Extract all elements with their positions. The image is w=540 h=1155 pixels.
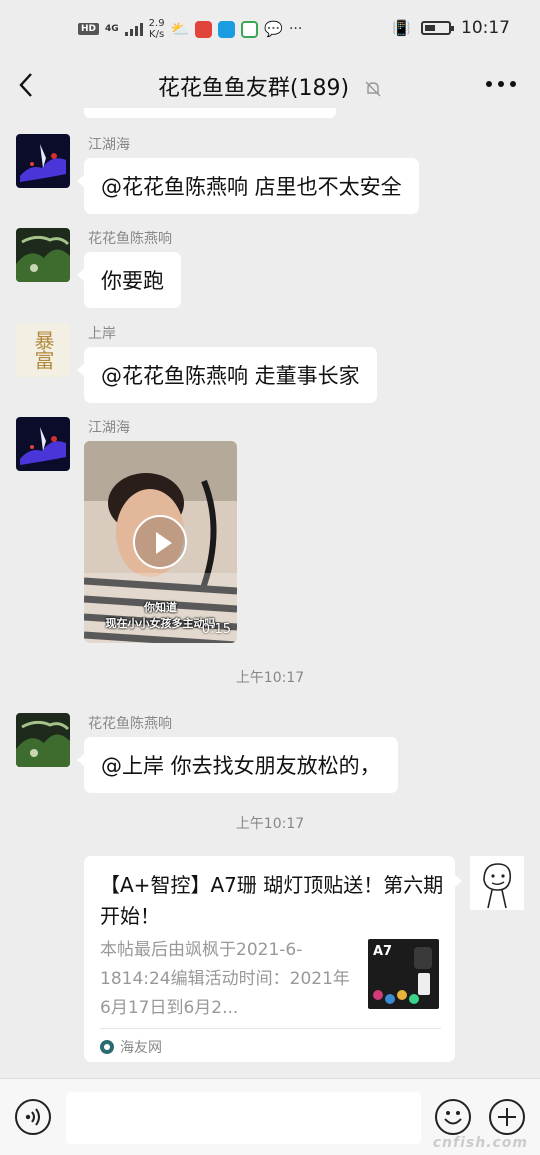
more-functions-button[interactable] bbox=[489, 1099, 525, 1135]
source-logo-icon bbox=[100, 1040, 114, 1054]
status-left: HD 4G 2.9 K/s ⛅ 💬 ··· bbox=[78, 18, 302, 40]
battery-icon bbox=[421, 21, 454, 35]
vibrate-icon: 📳 bbox=[392, 19, 411, 37]
network-type: 4G bbox=[105, 24, 119, 34]
emoji-icon bbox=[444, 1111, 462, 1125]
video-duration: 0:15 bbox=[201, 622, 231, 637]
link-card-title: 【A+智控】A7珊 瑚灯顶贴送！第六期开始！ bbox=[100, 873, 444, 928]
more-notifications-icon: ··· bbox=[288, 21, 303, 37]
status-right: 📳 10:17 bbox=[392, 18, 510, 38]
app-icon-green bbox=[241, 20, 259, 38]
avatar[interactable]: 暴富 bbox=[16, 323, 70, 377]
sender-name: 花花鱼陈燕响 bbox=[88, 716, 172, 732]
avatar[interactable] bbox=[16, 134, 70, 188]
link-card-description: 本帖最后由飒枫于2021-6-1814:24编辑活动时间：2021年6月17日到… bbox=[100, 940, 350, 1018]
hd-badge: HD bbox=[78, 23, 100, 35]
more-dots-icon bbox=[486, 81, 492, 87]
message-list[interactable]: 江湖海 @花花鱼陈燕响 店里也不太安全 花花鱼陈燕响 你要跑 暴富 上岸 @花花… bbox=[0, 108, 540, 1078]
sender-name: 江湖海 bbox=[88, 420, 130, 436]
video-message[interactable]: 你知道 现在小小女孩多主动吗 0:15 bbox=[84, 441, 237, 643]
link-card[interactable]: 【A+智控】A7珊 瑚灯顶贴送！第六期开始！ 本帖最后由飒枫于2021-6-18… bbox=[84, 856, 462, 1062]
timestamp: 上午10:17 bbox=[235, 816, 305, 832]
app-icon-blue bbox=[218, 20, 236, 38]
link-card-divider bbox=[100, 1028, 441, 1029]
sender-name: 上岸 bbox=[88, 326, 116, 342]
my-avatar[interactable] bbox=[470, 856, 524, 910]
message-input[interactable] bbox=[66, 1092, 421, 1144]
watermark: cnfish.com bbox=[432, 1135, 528, 1151]
link-card-source: 海友网 bbox=[100, 1037, 162, 1057]
message-bubble[interactable]: @花花鱼陈燕响 店里也不太安全 bbox=[77, 158, 419, 214]
app-icon-red bbox=[195, 20, 213, 38]
sender-name: 花花鱼陈燕响 bbox=[88, 231, 172, 247]
plus-icon bbox=[498, 1108, 516, 1126]
network-speed: 2.9 K/s bbox=[148, 18, 165, 40]
wechat-icon: 💬 bbox=[264, 20, 283, 38]
avatar[interactable] bbox=[16, 228, 70, 282]
voice-icon bbox=[25, 1108, 40, 1126]
emoji-button[interactable] bbox=[435, 1099, 471, 1135]
status-bar: HD 4G 2.9 K/s ⛅ 💬 ··· 📳 10:17 bbox=[0, 0, 540, 62]
avatar[interactable] bbox=[16, 713, 70, 767]
play-button[interactable] bbox=[133, 515, 187, 569]
sender-name: 江湖海 bbox=[88, 137, 130, 153]
avatar-calligraphy: 暴富 bbox=[31, 330, 55, 370]
message-bubble[interactable]: @花花鱼陈燕响 走董事长家 bbox=[77, 347, 377, 403]
group-name: 花花鱼鱼友群(189) bbox=[157, 76, 350, 101]
chat-title: 花花鱼鱼友群(189) bbox=[0, 70, 540, 102]
avatar[interactable] bbox=[16, 417, 70, 471]
input-bar: cnfish.com bbox=[0, 1078, 540, 1155]
video-caption: 你知道 bbox=[144, 601, 177, 614]
bell-muted-icon bbox=[365, 81, 381, 97]
link-card-thumbnail: A7 bbox=[368, 939, 439, 1009]
timestamp: 上午10:17 bbox=[235, 670, 305, 686]
message-bubble[interactable]: @上岸 你去找女朋友放松的， bbox=[77, 737, 398, 793]
source-name: 海友网 bbox=[120, 1040, 162, 1056]
previous-message-bubble[interactable] bbox=[84, 108, 336, 118]
chat-header: 花花鱼鱼友群(189) bbox=[0, 62, 540, 108]
more-button[interactable] bbox=[486, 81, 516, 87]
weather-icon: ⛅ bbox=[170, 20, 190, 38]
message-bubble[interactable]: 你要跑 bbox=[77, 252, 181, 308]
clock: 10:17 bbox=[461, 18, 510, 38]
voice-button[interactable] bbox=[15, 1099, 51, 1135]
signal-icon bbox=[124, 22, 143, 36]
